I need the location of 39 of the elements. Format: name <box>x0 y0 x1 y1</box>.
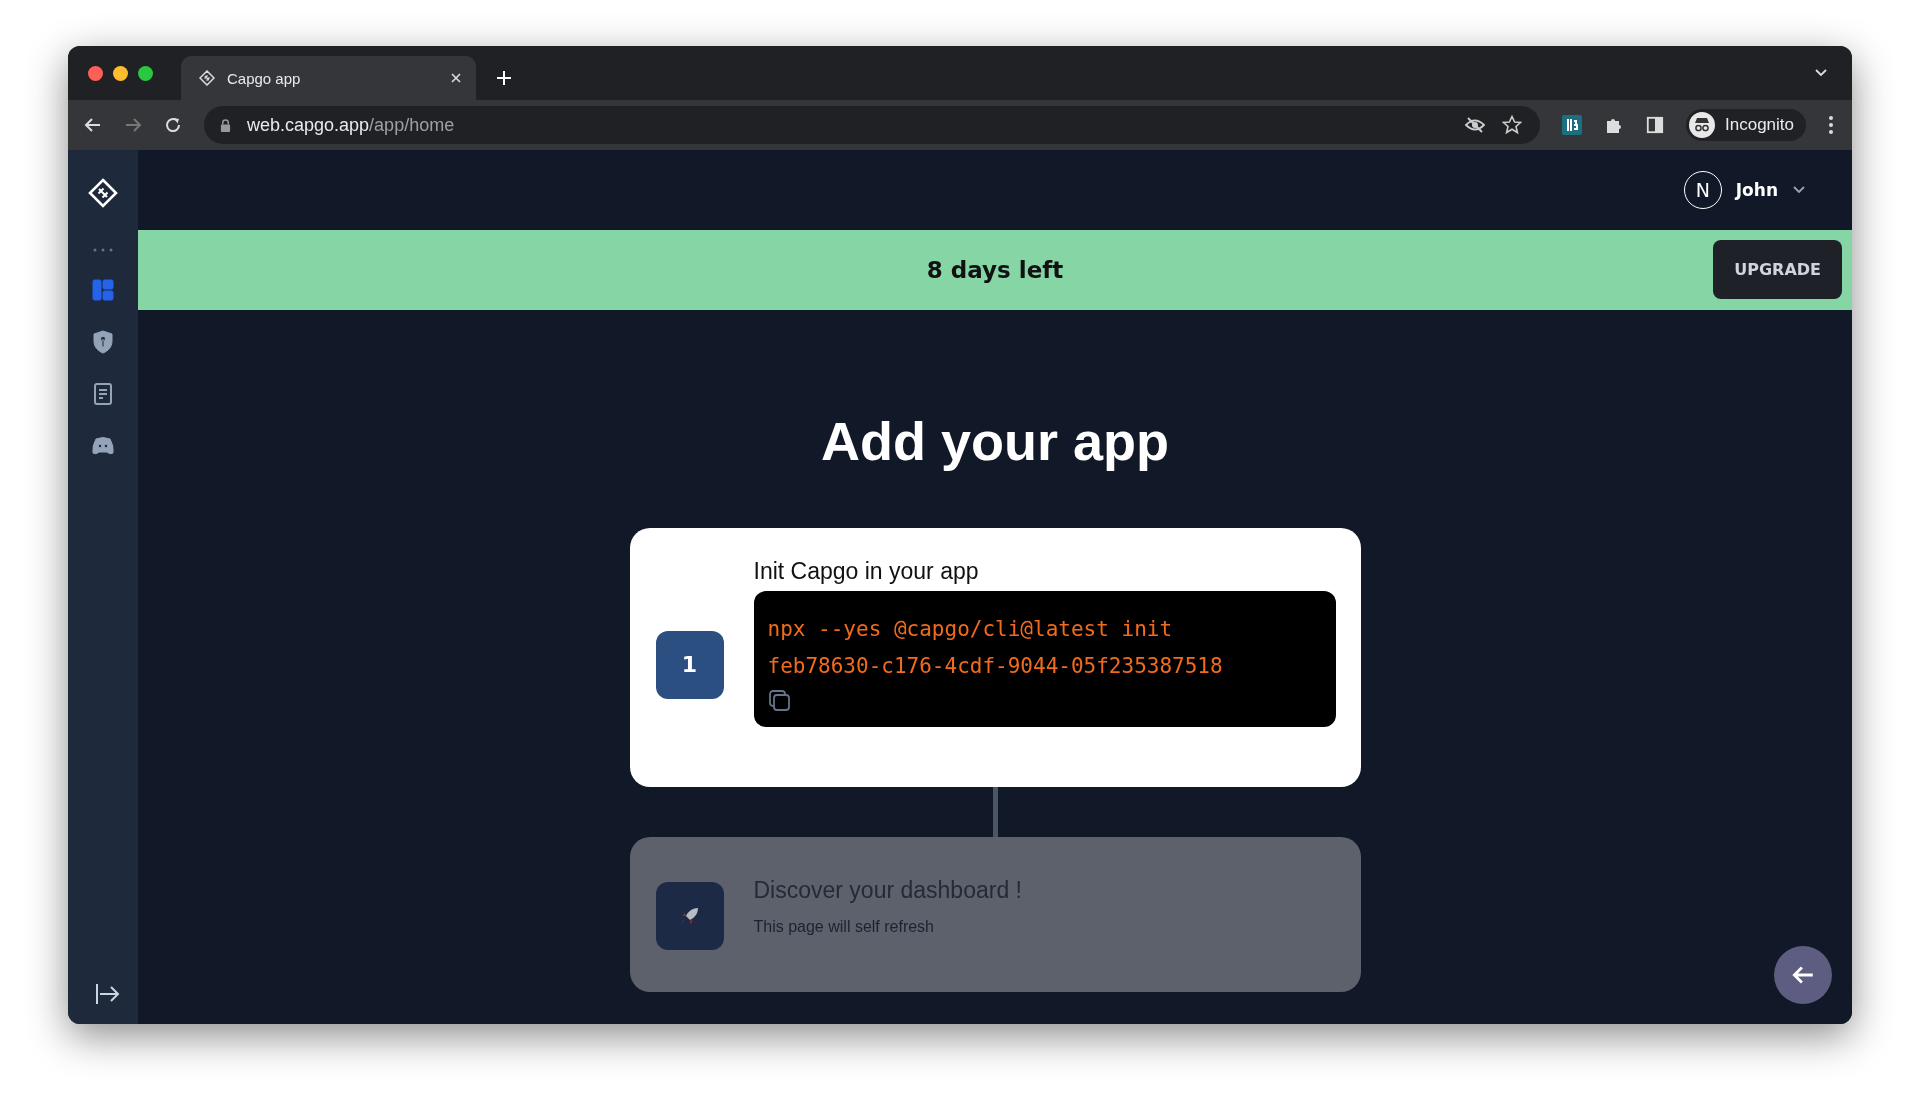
diamond-icon <box>199 70 215 86</box>
copy-icon[interactable] <box>767 689 792 713</box>
more-vertical-icon[interactable] <box>1828 115 1834 135</box>
close-icon[interactable] <box>450 72 462 84</box>
shield-key-icon[interactable] <box>91 330 115 354</box>
browser-tab[interactable]: Capgo app <box>181 56 476 100</box>
document-icon[interactable] <box>91 382 115 406</box>
step-title: Init Capgo in your app <box>753 558 980 585</box>
reload-icon[interactable] <box>164 116 182 134</box>
extension-logo-icon[interactable] <box>1562 115 1582 135</box>
address-bar[interactable]: web.capgo.app/app/home <box>204 106 1540 144</box>
maximize-window-button[interactable] <box>138 65 153 81</box>
expand-sidebar-icon[interactable] <box>95 982 121 1006</box>
new-tab-icon[interactable] <box>496 70 512 86</box>
url-text: web.capgo.app/app/home <box>247 114 455 136</box>
diamond-logo-icon[interactable] <box>88 178 118 208</box>
upgrade-button[interactable]: UPGRADE <box>1713 240 1842 299</box>
chevron-down-icon[interactable] <box>1814 68 1828 78</box>
chevron-down-icon <box>1792 185 1806 195</box>
back-icon[interactable] <box>84 116 102 134</box>
incognito-icon <box>1689 112 1715 138</box>
forward-icon[interactable] <box>124 116 142 134</box>
lock-icon <box>220 118 231 132</box>
banner-text: 8 days left <box>926 257 1064 283</box>
page-heading: Add your app <box>821 410 1169 472</box>
more-horizontal-icon[interactable] <box>93 248 113 252</box>
step-subtitle: This page will self refresh <box>753 918 935 936</box>
dashboard-icon[interactable] <box>91 278 115 302</box>
minimize-window-button[interactable] <box>113 65 128 81</box>
profile-button[interactable]: Incognito <box>1686 109 1806 141</box>
step-title: Discover your dashboard ! <box>753 877 1023 904</box>
step-number: 1 <box>655 630 724 699</box>
side-panel-icon[interactable] <box>1646 116 1664 134</box>
eye-slash-icon[interactable] <box>1464 116 1486 134</box>
star-icon[interactable] <box>1502 115 1522 135</box>
tab-title: Capgo app <box>227 69 302 87</box>
close-window-button[interactable] <box>88 65 103 81</box>
command-text: npx --yes @capgo/cli@latest init feb78630-c176-4cdf-9044-05f235387518 <box>767 616 1224 680</box>
user-menu[interactable]: N John <box>1683 171 1806 209</box>
